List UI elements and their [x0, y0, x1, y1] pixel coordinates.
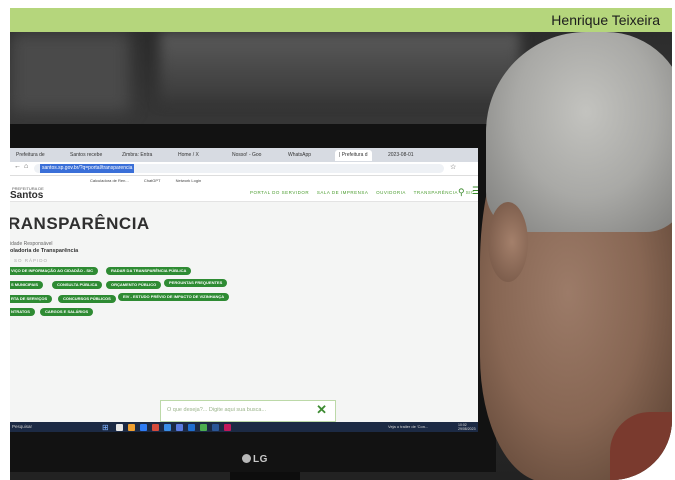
url-field[interactable]: santos.sp.gov.br/?q=portal/transparencia	[34, 164, 444, 173]
clock-date: 29/08/2023	[458, 427, 476, 431]
monitor-stand	[230, 472, 300, 480]
back-arrow-icon[interactable]: ←	[14, 163, 21, 170]
browser-tab[interactable]: Home / X	[178, 150, 199, 161]
photo-credit: Henrique Teixeira	[551, 12, 660, 28]
menu-icon[interactable]: ☰	[472, 186, 478, 197]
person-hair	[486, 32, 672, 232]
site-logo[interactable]: Santos	[10, 190, 43, 201]
quick-access-label: SO RÁPIDO	[14, 258, 49, 263]
person-ear	[488, 202, 528, 282]
quick-button-contratos[interactable]: NTRATOS	[10, 308, 35, 316]
bookmark-item[interactable]: ChatGPT	[144, 178, 161, 183]
browser-tab-active[interactable]: | Prefeitura d	[335, 150, 372, 161]
search-icon[interactable]: ⚲	[458, 187, 465, 198]
monitor-logo: LG	[242, 454, 268, 465]
lg-logo-icon	[242, 454, 251, 463]
app-icon[interactable]	[212, 424, 219, 431]
browser-tab[interactable]: Santos recebe	[70, 150, 102, 161]
page-title: RANSPARÊNCIA	[10, 214, 150, 233]
browser-tab[interactable]: Nosso! - Goo	[232, 150, 261, 161]
windows-taskbar: Pesquisar ⊞ Veja o trailer de 'Con... 10…	[10, 422, 478, 432]
photograph: Prefeitura de Santos recebe Zimbra: Entr…	[10, 32, 672, 480]
app-icon[interactable]	[176, 424, 183, 431]
quick-button-servicos[interactable]: RTA DE SERVIÇOS	[10, 295, 53, 303]
quick-button-municipais[interactable]: S MUNICIPAIS	[10, 281, 44, 289]
bookmark-item[interactable]: Calculadora de Ren...	[90, 178, 129, 183]
nav-item-ouvidoria[interactable]: OUVIDORIA	[376, 190, 406, 195]
nav-item-sala-imprensa[interactable]: SALA DE IMPRENSA	[317, 190, 369, 195]
site-header: PREFEITURA DE Santos PORTAL DO SERVIDOR …	[10, 185, 478, 202]
background-blur	[10, 32, 130, 112]
browser-tab[interactable]: WhatsApp	[288, 150, 311, 161]
close-icon[interactable]: ✕	[316, 402, 327, 418]
quick-button-cargos[interactable]: CARGOS E SALÁRIOS	[40, 308, 94, 316]
quick-button-eiv[interactable]: EIV - ESTUDO PRÉVIO DE IMPACTO DE VIZINH…	[118, 293, 230, 301]
monitor-screen: Prefeitura de Santos recebe Zimbra: Entr…	[10, 148, 478, 432]
star-icon[interactable]: ☆	[450, 163, 456, 171]
app-icon[interactable]	[200, 424, 207, 431]
unit-label: idade Responsável	[10, 241, 53, 247]
background-blur	[160, 32, 520, 102]
unit-value: oladoria de Transparência	[10, 248, 79, 254]
browser-tab[interactable]: 2023-08-01	[388, 150, 414, 161]
file-explorer-icon[interactable]	[128, 424, 135, 431]
browser-tab[interactable]: Zimbra: Entra	[122, 150, 152, 161]
taskbar-clock: 10:02 29/08/2023	[458, 423, 476, 431]
quick-button-radar[interactable]: RADAR DA TRANSPARÊNCIA PÚBLICA	[106, 267, 192, 275]
quick-button-consulta[interactable]: CONSULTA PÚBLICA	[52, 281, 103, 289]
app-icon[interactable]	[152, 424, 159, 431]
bookmark-item[interactable]: Network Login	[176, 178, 202, 183]
nav-item-portal-servidor[interactable]: PORTAL DO SERVIDOR	[250, 190, 309, 195]
quick-button-concursos[interactable]: CONCURSOS PÚBLICOS	[58, 295, 116, 303]
search-box[interactable]: O que deseja?... Digite aqui sua busca..…	[160, 400, 336, 422]
monitor: Prefeitura de Santos recebe Zimbra: Entr…	[10, 124, 496, 472]
taskbar-news[interactable]: Veja o trailer de 'Con...	[388, 424, 428, 429]
quick-button-sic[interactable]: VIÇO DE INFORMAÇÃO AO CIDADÃO - SIC	[10, 267, 99, 275]
photo-frame: Henrique Teixeira Prefeitura de Santos r…	[0, 0, 675, 480]
home-icon[interactable]: ⌂	[24, 163, 28, 170]
app-icon[interactable]	[188, 424, 195, 431]
browser-tab[interactable]: Prefeitura de	[16, 150, 45, 161]
task-view-icon[interactable]	[116, 424, 123, 431]
bookmarks-bar: Calculadora de Ren... ChatGPT Network Lo…	[10, 176, 478, 185]
browser-tabbar: Prefeitura de Santos recebe Zimbra: Entr…	[10, 148, 478, 162]
taskbar-search[interactable]: Pesquisar	[12, 424, 32, 429]
monitor-brand: LG	[253, 454, 268, 465]
app-icon[interactable]	[224, 424, 231, 431]
top-nav: PORTAL DO SERVIDOR SALA DE IMPRENSA OUVI…	[250, 190, 478, 195]
url-text: santos.sp.gov.br/?q=portal/transparencia	[40, 164, 135, 173]
nav-item-transparencia[interactable]: TRANSPARÊNCIA	[414, 190, 458, 195]
credit-bar: Henrique Teixeira	[10, 8, 672, 32]
quick-button-orcamento[interactable]: ORÇAMENTO PÚBLICO	[106, 281, 162, 289]
app-icon[interactable]	[164, 424, 171, 431]
windows-start-icon[interactable]: ⊞	[102, 423, 109, 432]
address-bar: ← ⌂ santos.sp.gov.br/?q=portal/transpare…	[10, 162, 478, 176]
quick-button-perguntas[interactable]: PERGUNTAS FREQUENTES	[164, 279, 228, 287]
search-placeholder: O que deseja?... Digite aqui sua busca..…	[167, 407, 267, 413]
edge-icon[interactable]	[140, 424, 147, 431]
